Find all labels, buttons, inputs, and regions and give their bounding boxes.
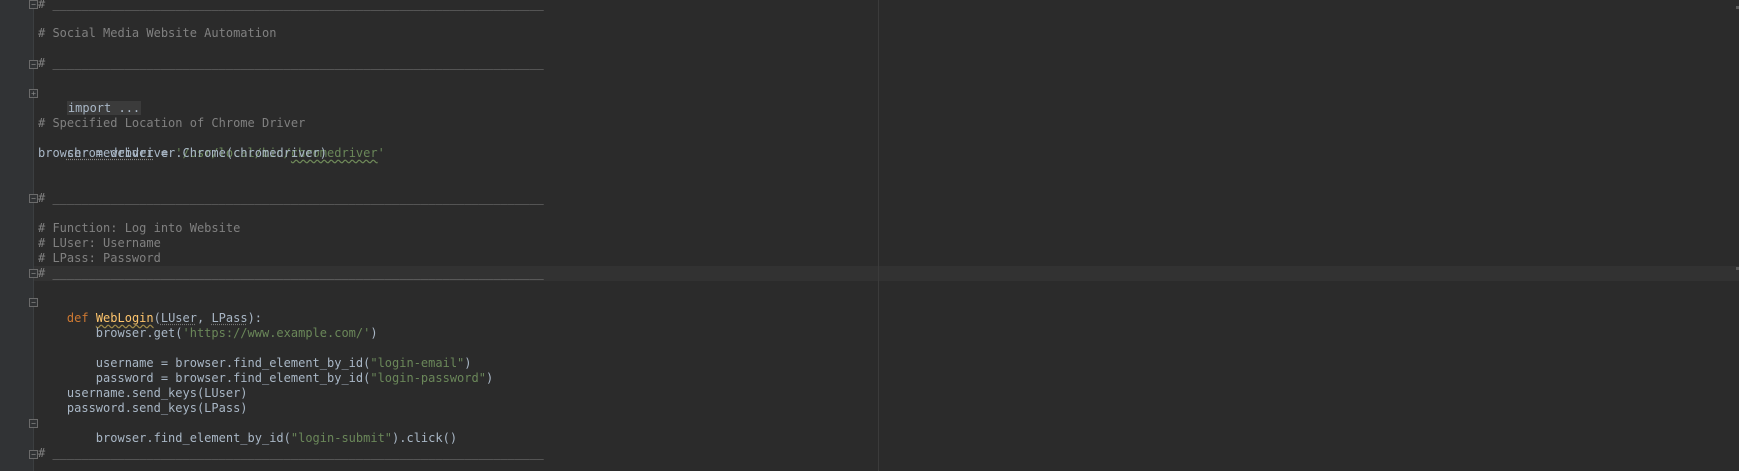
- get-call: browser.get(: [66, 326, 183, 340]
- get-close: ): [370, 326, 378, 340]
- code-line-send-pass[interactable]: password.send_keys(LPass): [38, 401, 248, 416]
- editor-gutter[interactable]: [0, 0, 34, 471]
- submit-call: browser.find_element_by_id(: [66, 431, 291, 445]
- code-line-import[interactable]: import ...: [38, 86, 142, 115]
- fold-toggle-icon[interactable]: −: [29, 450, 38, 459]
- fold-toggle-icon[interactable]: −: [29, 298, 38, 307]
- path-string-end: ': [377, 146, 385, 160]
- code-line-rule[interactable]: # ______________________________________…: [38, 266, 544, 281]
- code-line-def[interactable]: def WebLogin(LUser, LPass):: [38, 296, 262, 325]
- folded-import-region[interactable]: import ...: [66, 101, 142, 115]
- code-line-fn-comment[interactable]: # LUser: Username: [38, 236, 161, 251]
- code-line-get[interactable]: browser.get('https://www.example.com/'): [38, 311, 378, 340]
- password-close: ): [485, 371, 494, 385]
- code-line-rule[interactable]: # ______________________________________…: [38, 56, 544, 71]
- fold-toggle-icon[interactable]: −: [29, 269, 38, 278]
- code-line-browser[interactable]: browser = webdriver.Chrome(chromedriver): [38, 146, 327, 161]
- code-line-rule[interactable]: # ______________________________________…: [38, 191, 544, 206]
- url-string: 'https://www.example.com/': [182, 326, 371, 340]
- code-line-fn-comment[interactable]: # LPass: Password: [38, 251, 161, 266]
- fold-end-icon[interactable]: −: [29, 419, 38, 428]
- submit-close: ).click(): [392, 431, 458, 445]
- code-line-submit[interactable]: browser.find_element_by_id("login-submit…: [38, 416, 457, 445]
- code-line-driver-comment[interactable]: # Specified Location of Chrome Driver: [38, 116, 305, 131]
- right-margin-guide: [878, 0, 879, 471]
- login-submit-string: "login-submit": [290, 431, 393, 445]
- code-line-title-comment[interactable]: # Social Media Website Automation: [38, 26, 276, 41]
- fold-toggle-icon[interactable]: −: [29, 0, 38, 9]
- fold-expand-icon[interactable]: +: [29, 89, 38, 98]
- code-line-rule[interactable]: # ______________________________________…: [38, 0, 544, 12]
- fold-toggle-icon[interactable]: −: [29, 194, 38, 203]
- code-line-rule[interactable]: # ______________________________________…: [38, 446, 544, 461]
- password-call: password = browser.find_element_by_id(: [66, 371, 371, 385]
- fold-toggle-icon[interactable]: −: [29, 60, 38, 69]
- code-line-password[interactable]: password = browser.find_element_by_id("l…: [38, 356, 493, 385]
- code-editor[interactable]: − − + − − − − − # ______________________…: [0, 0, 1739, 471]
- code-line-fn-comment[interactable]: # Function: Log into Website: [38, 221, 240, 236]
- code-line-username[interactable]: username = browser.find_element_by_id("l…: [38, 341, 472, 370]
- code-line-chromedriver[interactable]: chromedriver = '/usr/local/bin/chromedri…: [38, 131, 385, 160]
- code-line-send-user[interactable]: username.send_keys(LUser): [38, 386, 248, 401]
- login-password-string: "login-password": [370, 371, 486, 385]
